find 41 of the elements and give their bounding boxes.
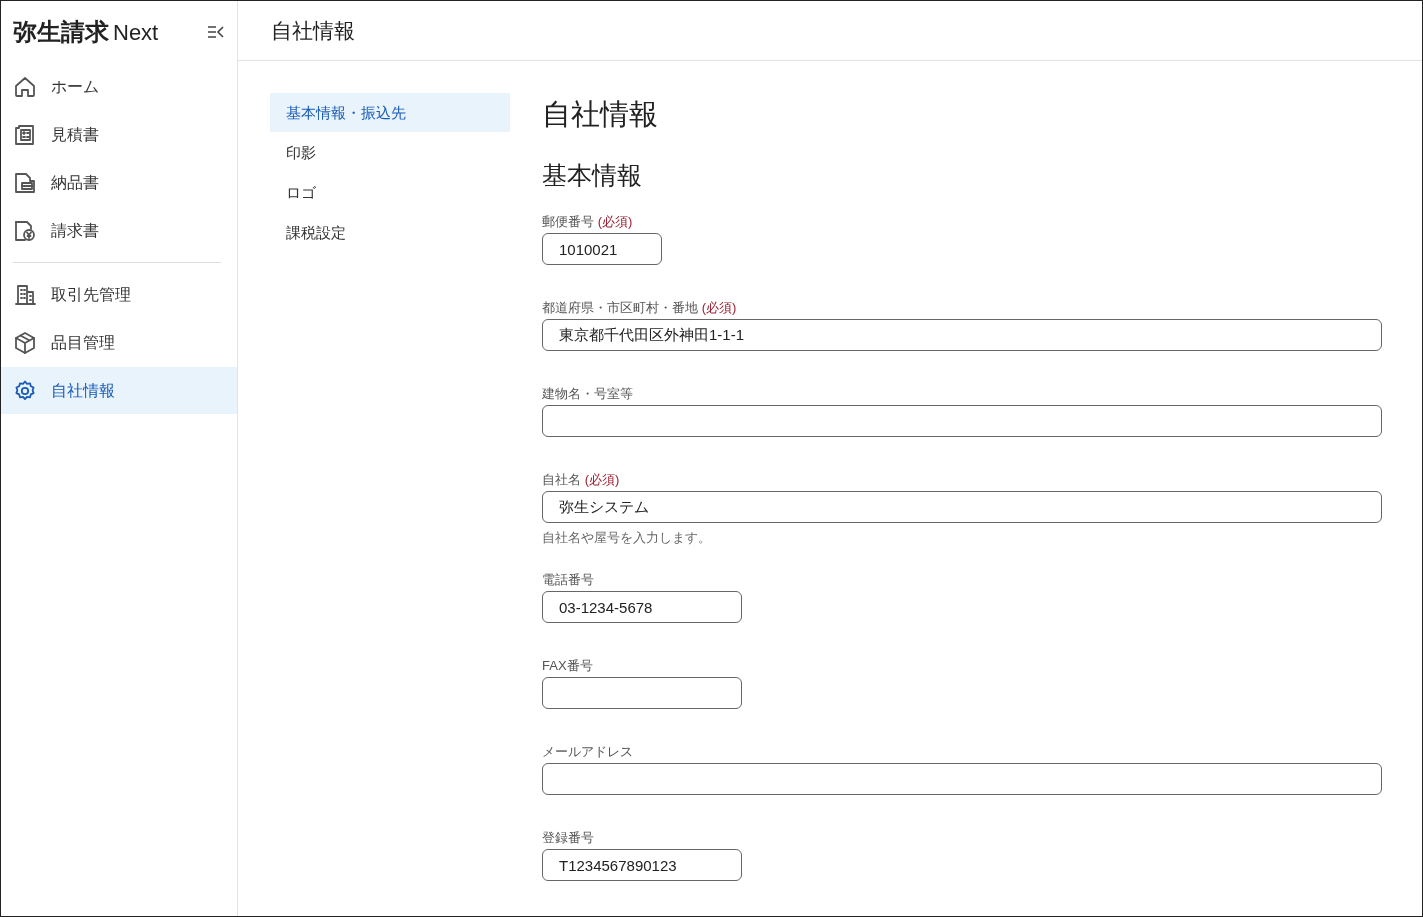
input-field[interactable]: 東京都千代田区外神田1-1-1 (542, 319, 1382, 352)
input-field[interactable] (542, 405, 1382, 438)
input-field[interactable]: 03-1234-5678 (542, 591, 742, 624)
section-tab[interactable]: 印影 (270, 133, 510, 172)
sidebar-item[interactable]: 取引先管理 (1, 271, 237, 318)
field-label: 自社名 (必須) (542, 470, 621, 489)
collapse-sidebar-icon[interactable] (207, 25, 225, 39)
settings-icon (13, 378, 37, 403)
calculator-document-icon (13, 122, 37, 147)
sidebar-item[interactable]: 品目管理 (1, 319, 237, 366)
page-title: 自社情報 (542, 97, 659, 132)
brand-title: 弥生請求 (13, 18, 109, 45)
field-label: メールアドレス (542, 742, 634, 761)
home-icon (13, 74, 37, 99)
section-title: 基本情報 (542, 159, 643, 190)
folder-document-icon (13, 170, 37, 195)
sidebar-item[interactable]: ホーム (1, 63, 237, 110)
section-tab[interactable]: 課税設定 (270, 213, 510, 252)
sidebar-item[interactable]: 自社情報 (1, 367, 237, 414)
input-field[interactable]: T1234567890123 (542, 849, 742, 882)
input-field[interactable]: 1010021 (542, 233, 662, 266)
sidebar-item[interactable]: 見積書 (1, 111, 237, 158)
field-label: 都道府県・市区町村・番地 (必須) (542, 298, 738, 317)
input-field[interactable]: 弥生システム (542, 491, 1382, 524)
input-field[interactable] (542, 763, 1382, 796)
input-field[interactable] (542, 677, 742, 710)
section-tab[interactable]: ロゴ (270, 173, 510, 212)
yen-document-icon (13, 218, 37, 243)
brand-suffix: Next (113, 20, 159, 45)
section-tab[interactable]: 基本情報・振込先 (270, 93, 510, 132)
field-label: 建物名・号室等 (542, 384, 634, 403)
field-label: FAX番号 (542, 656, 594, 675)
help-text: 自社名や屋号を入力します。 (542, 529, 712, 548)
package-icon (13, 330, 37, 355)
header-title: 自社情報 (238, 1, 1422, 61)
field-label: 電話番号 (542, 570, 595, 589)
field-label: 郵便番号 (必須) (542, 212, 634, 231)
sidebar-item[interactable]: 請求書 (1, 207, 237, 254)
building-icon (13, 282, 37, 307)
sidebar-item[interactable]: 納品書 (1, 159, 237, 206)
field-label: 登録番号 (542, 828, 595, 847)
